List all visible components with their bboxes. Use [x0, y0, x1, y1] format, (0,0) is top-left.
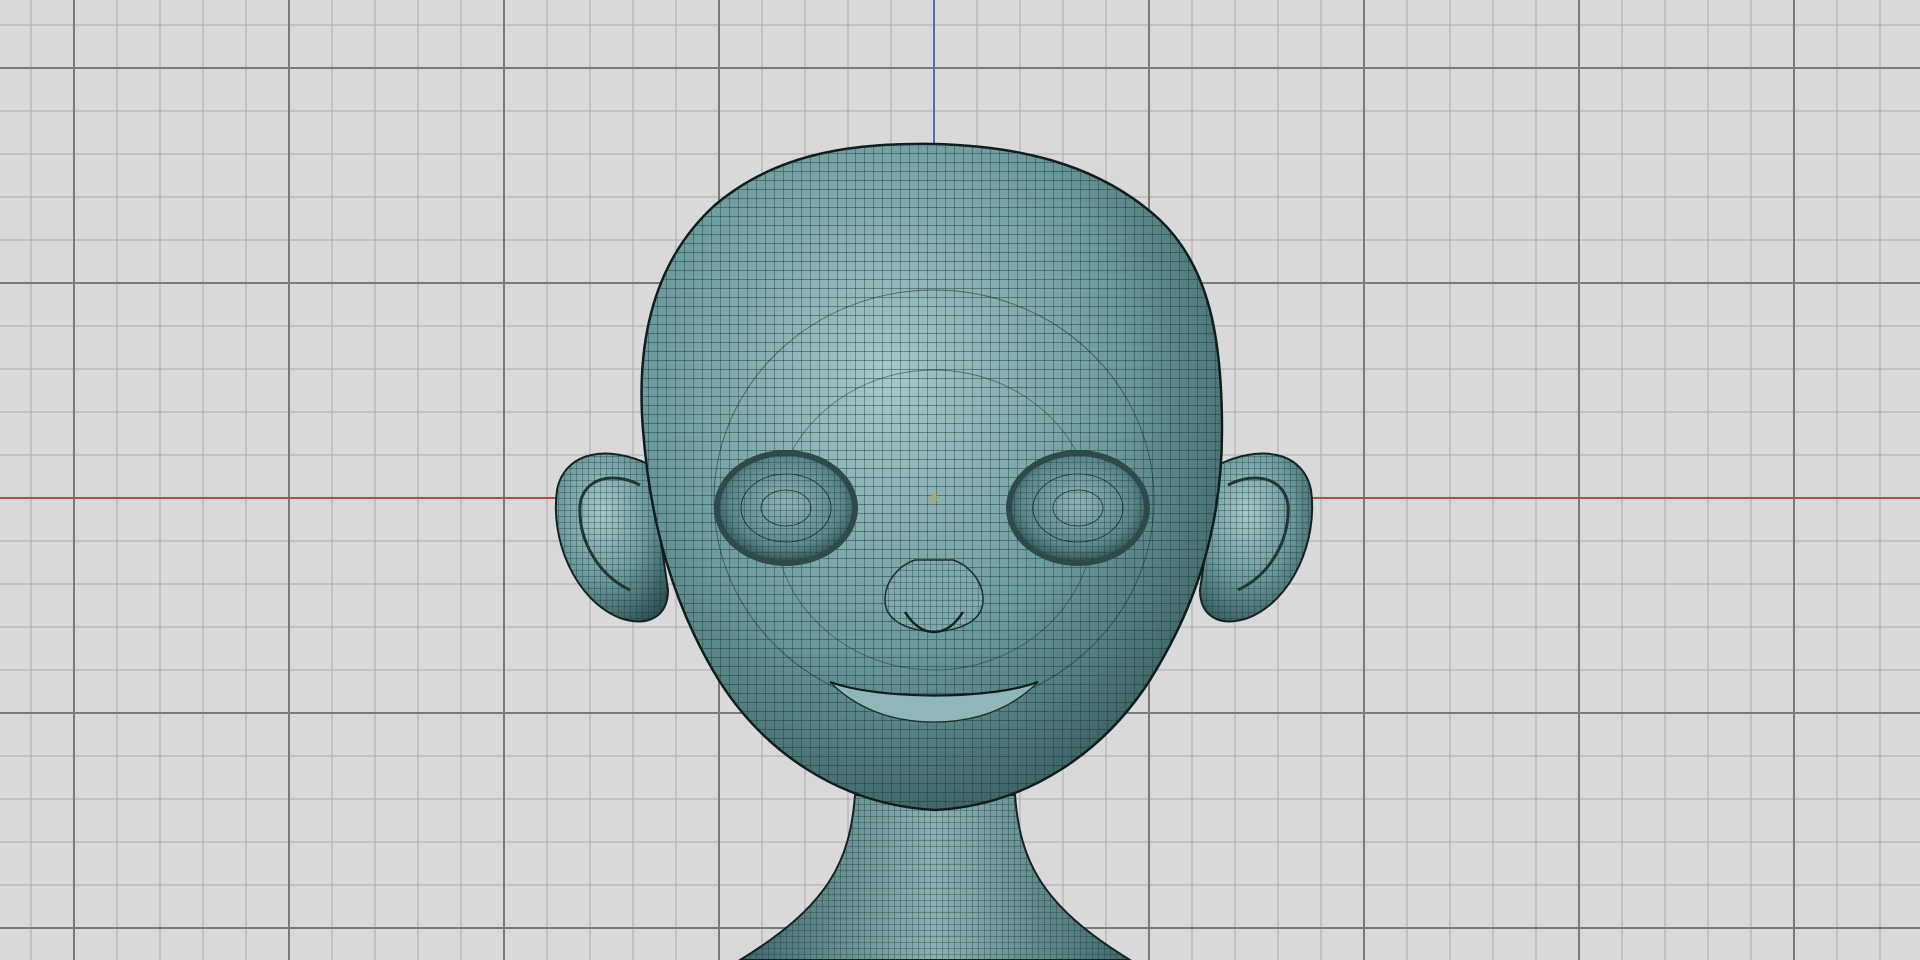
viewport-canvas[interactable]	[0, 0, 1920, 960]
left-eye-socket[interactable]	[714, 450, 858, 566]
right-eye-socket[interactable]	[1006, 450, 1150, 566]
nose-mesh[interactable]	[884, 559, 984, 634]
3d-viewport[interactable]	[0, 0, 1920, 960]
